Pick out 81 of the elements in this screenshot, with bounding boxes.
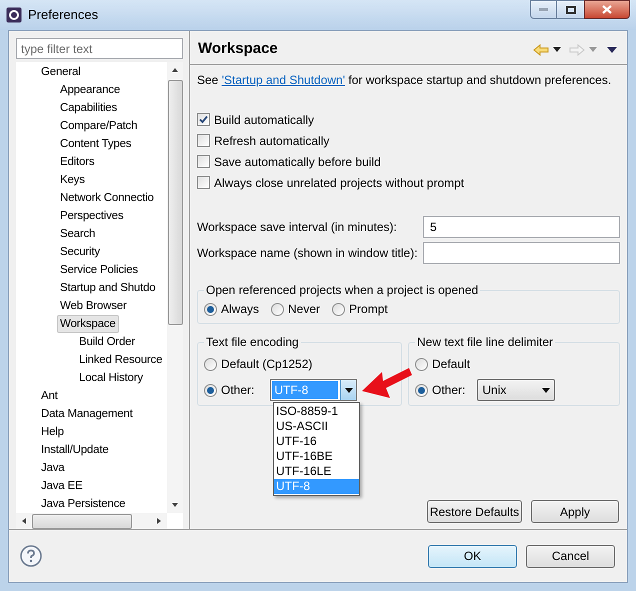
radio-label: Other: [221, 382, 254, 399]
dropdown-option[interactable]: ISO-8859-1 [274, 404, 359, 419]
close-icon [602, 5, 612, 14]
checkbox-label: Build automatically [214, 112, 314, 128]
radio-label: Default [432, 356, 470, 373]
intro-text: See 'Startup and Shutdown' for workspace startup and shutdown preferences. [197, 72, 612, 89]
dropdown-option[interactable]: US-ASCII [274, 419, 359, 434]
help-icon[interactable] [20, 545, 42, 567]
radio-button[interactable] [271, 302, 284, 316]
page-title: Workspace [198, 39, 279, 60]
tree-item[interactable]: Editors [57, 153, 98, 171]
tree-item[interactable]: Help [38, 423, 67, 441]
text-field[interactable]: 5 [423, 216, 620, 238]
checkbox[interactable] [197, 113, 210, 126]
tree-item[interactable]: Local History [76, 369, 146, 387]
tree-item[interactable]: Java EE [38, 477, 86, 495]
dropdown-option[interactable]: UTF-16 [274, 434, 359, 449]
tree-item[interactable]: Service Policies [57, 261, 141, 279]
checkbox[interactable] [197, 176, 210, 189]
group-title: New text file line delimiter [415, 335, 556, 349]
text-field[interactable] [423, 242, 620, 264]
radio-label: Default (Cp1252) [221, 356, 312, 373]
tree-item[interactable]: Web Browser [57, 297, 130, 315]
checkbox-label: Refresh automatically [214, 132, 330, 150]
close-button[interactable] [584, 0, 630, 19]
tree-item[interactable]: Linked Resource [76, 351, 166, 369]
radio-button[interactable] [204, 384, 217, 396]
tree-item[interactable]: Build Order [76, 333, 138, 351]
field-label: Workspace save interval (in minutes): [197, 219, 398, 236]
group-title: Open referenced projects when a project is opened [204, 283, 480, 297]
tree-item[interactable]: Startup and Shutdo [57, 279, 159, 297]
tree-item[interactable]: Java [38, 459, 68, 477]
maximize-button[interactable] [557, 0, 584, 19]
tree-item[interactable]: Search [57, 225, 98, 243]
field-label: Workspace name (shown in window title): [197, 245, 419, 262]
window-title: Preferences [28, 6, 100, 24]
tree-item[interactable]: Install/Update [38, 441, 112, 459]
radio-button[interactable] [332, 302, 346, 316]
dialog-button[interactable]: Restore Defaults [427, 500, 522, 523]
tree-item[interactable]: Data Management [38, 405, 136, 423]
startup-link[interactable]: 'Startup and Shutdown' [222, 73, 346, 87]
menu-caret-icon[interactable] [607, 46, 617, 52]
tree-item[interactable]: Content Types [57, 135, 134, 153]
checkbox[interactable] [197, 155, 210, 168]
tree-item[interactable]: General [38, 63, 84, 81]
dropdown-arrow-icon [344, 388, 353, 392]
dropdown-arrow-icon [542, 388, 550, 392]
checkbox[interactable] [197, 134, 210, 147]
dialog-button[interactable]: Apply [531, 500, 619, 523]
combo-value: UTF-8 [272, 381, 338, 399]
tree-item[interactable]: Compare/Patch [57, 117, 140, 135]
tree-item[interactable]: Perspectives [57, 207, 126, 225]
dropdown-option[interactable]: UTF-16BE [274, 449, 359, 464]
tree-item[interactable]: Appearance [57, 81, 124, 99]
tree-item[interactable]: Workspace [57, 315, 119, 333]
dialog-button[interactable]: Cancel [526, 544, 615, 568]
tree-item[interactable]: Security [57, 243, 103, 261]
group-title: Text file encoding [204, 335, 301, 349]
tree-item[interactable]: Java Persistence [38, 495, 128, 513]
dropdown-caret-icon[interactable] [553, 47, 561, 52]
horizontal-scrollbar[interactable] [16, 513, 167, 529]
vertical-scrollbar[interactable] [167, 62, 183, 513]
radio-label: Never [288, 301, 320, 318]
dialog-button[interactable]: OK [428, 544, 517, 568]
radio-label: Prompt [349, 301, 388, 318]
dropdown-option[interactable]: UTF-16LE [274, 464, 359, 479]
radio-label: Other: [432, 382, 466, 399]
radio-button[interactable] [204, 302, 217, 316]
radio-button[interactable] [415, 358, 428, 370]
radio-button[interactable] [204, 358, 217, 370]
app-icon [6, 7, 22, 23]
filter-field[interactable]: type filter text [16, 38, 183, 59]
tree-item[interactable]: Network Connectio [57, 189, 157, 207]
tree-item[interactable]: Keys [57, 171, 88, 189]
checkbox-label: Save automatically before build [214, 154, 381, 170]
radio-button[interactable] [415, 384, 428, 396]
tree-item[interactable]: Ant [38, 387, 61, 405]
checkbox-label: Always close unrelated projects without prompt [214, 174, 464, 192]
delimiter-combo[interactable]: Unix [477, 379, 556, 401]
radio-label: Always [221, 301, 260, 318]
tree-item[interactable]: Capabilities [57, 99, 120, 117]
